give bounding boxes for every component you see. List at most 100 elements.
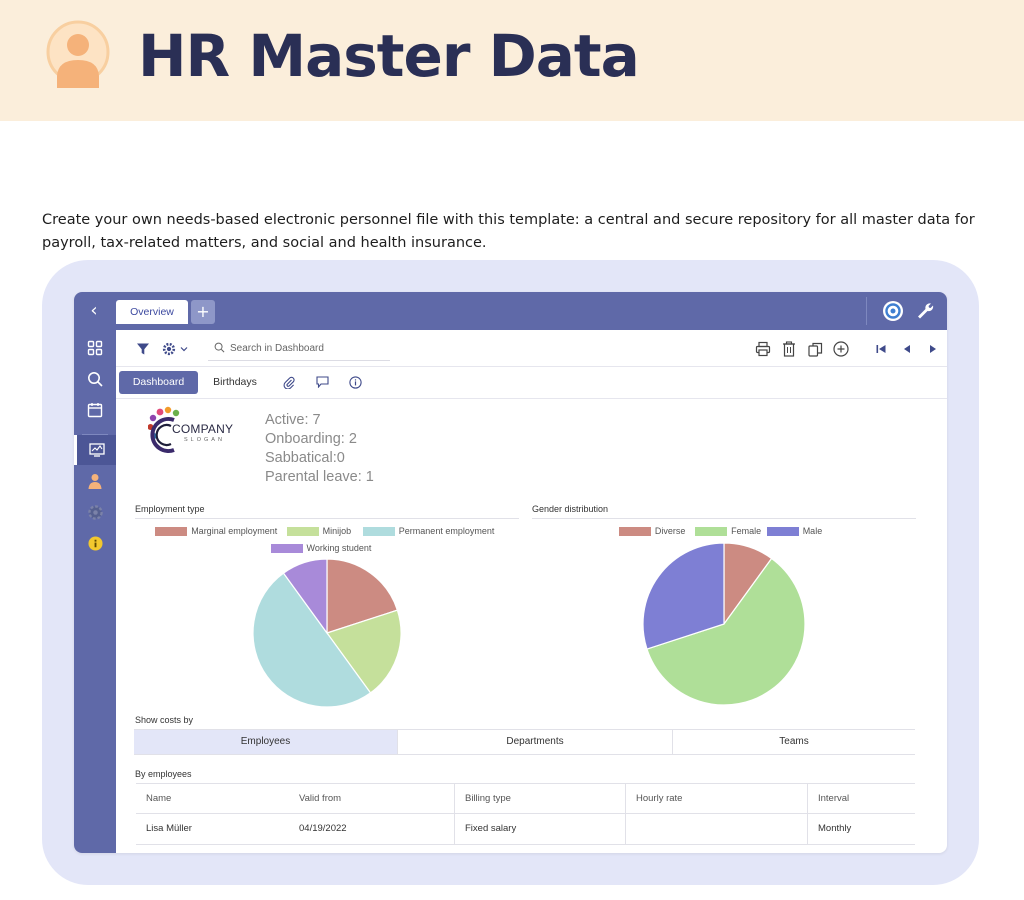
sidebar-item-grid[interactable]	[74, 333, 116, 363]
next-record-icon[interactable]	[924, 340, 942, 358]
intro-text: Create your own needs-based electronic p…	[42, 212, 975, 251]
filter-icon[interactable]	[134, 340, 152, 358]
segment-teams[interactable]: Teams	[673, 730, 915, 754]
status-active: Active: 7	[265, 412, 321, 428]
logo-company-text: COMPANY	[172, 422, 234, 436]
add-tab-button[interactable]: +	[191, 300, 215, 324]
chevron-down-icon	[180, 347, 188, 352]
search-icon	[88, 372, 103, 387]
legend-swatch	[695, 526, 728, 536]
legend-item[interactable]: Minijob	[286, 526, 352, 536]
legend-item[interactable]: Working student	[270, 543, 372, 553]
status-parental-leave: Parental leave: 1	[265, 469, 374, 485]
page-title: HR Master Data	[138, 22, 640, 90]
table-header: Name Valid from Billing type Hourly rate…	[136, 783, 915, 815]
comment-icon[interactable]	[315, 375, 329, 389]
column-header-valid-from[interactable]: Valid from	[289, 784, 341, 814]
view-tabs: Dashboard Birthdays	[116, 367, 947, 399]
wrench-icon[interactable]	[916, 301, 934, 319]
divider	[866, 297, 867, 325]
legend-swatch	[766, 526, 799, 536]
legend-swatch	[362, 526, 395, 536]
legend-label: Working student	[306, 543, 372, 553]
info-icon	[87, 535, 103, 551]
company-logo: COMPANY SLOGAN	[148, 406, 238, 456]
paperclip-icon[interactable]	[282, 375, 296, 389]
gear-icon	[162, 342, 176, 356]
legend-label: Minijob	[322, 526, 352, 536]
cell-interval: Monthly	[818, 823, 852, 834]
legend-item[interactable]: Female	[695, 526, 761, 536]
info-icon[interactable]	[348, 375, 362, 389]
copy-icon[interactable]	[806, 340, 824, 358]
legend-swatch	[618, 526, 651, 536]
prev-record-icon[interactable]	[898, 340, 916, 358]
cell-billing-type: Fixed salary	[465, 823, 517, 834]
table-row[interactable]: Lisa Müller 04/19/2022 Fixed salary Mont…	[136, 814, 915, 845]
legend-item[interactable]: Male	[766, 526, 823, 536]
dashboard-icon	[88, 443, 105, 457]
first-record-icon[interactable]	[872, 340, 890, 358]
cell-valid-from: 04/19/2022	[299, 823, 347, 834]
back-icon[interactable]: ‹	[84, 301, 104, 321]
status-summary: Active: 7 Onboarding: 2 Sabbatical:0 Par…	[265, 411, 374, 487]
cell-hourly-rate	[626, 814, 636, 844]
tab-birthdays[interactable]: Birthdays	[206, 371, 264, 394]
trash-icon[interactable]	[780, 340, 798, 358]
chart-title-employment-type: Employment type	[135, 504, 205, 514]
sidebar-item-person[interactable]	[74, 466, 116, 496]
legend-label: Male	[802, 526, 823, 536]
chart-title-gender-distribution: Gender distribution	[532, 504, 609, 514]
sidebar-item-calendar[interactable]	[74, 395, 116, 425]
legend-item[interactable]: Permanent employment	[362, 526, 495, 536]
search-icon	[214, 342, 225, 353]
add-circle-icon[interactable]	[832, 340, 850, 358]
target-icon[interactable]	[882, 300, 904, 322]
tab-dashboard[interactable]: Dashboard	[119, 371, 198, 394]
segment-employees[interactable]: Employees	[134, 730, 397, 754]
segment-departments[interactable]: Departments	[398, 730, 672, 754]
column-header-interval[interactable]: Interval	[808, 784, 849, 814]
by-employees-title: By employees	[135, 769, 192, 779]
tab-overview[interactable]: Overview	[116, 300, 188, 324]
legend-label: Permanent employment	[398, 526, 495, 536]
status-onboarding: Onboarding: 2	[265, 431, 357, 447]
person-icon	[88, 474, 102, 489]
hero-banner: HR Master Data	[0, 0, 1024, 121]
gear-dropdown-button[interactable]	[160, 340, 190, 358]
search-input[interactable]	[230, 340, 380, 357]
pie-chart-employment-type	[252, 558, 402, 708]
print-icon[interactable]	[754, 340, 772, 358]
sidebar-item-search[interactable]	[74, 364, 116, 394]
sidebar	[74, 330, 116, 853]
divider	[135, 518, 519, 519]
legend-item[interactable]: Diverse	[618, 526, 686, 536]
toolbar	[116, 330, 947, 367]
legend-swatch	[155, 526, 188, 536]
column-header-name[interactable]: Name	[136, 784, 171, 814]
show-costs-title: Show costs by	[135, 715, 194, 725]
logo-slogan-text: SLOGAN	[184, 437, 225, 443]
person-avatar-icon	[46, 20, 110, 88]
sidebar-item-settings[interactable]	[74, 497, 116, 527]
column-header-hourly-rate[interactable]: Hourly rate	[626, 784, 682, 814]
legend-swatch	[270, 543, 303, 553]
search-box	[208, 336, 390, 361]
calendar-icon	[87, 403, 103, 418]
status-sabbatical: Sabbatical:0	[265, 450, 345, 466]
top-bar: ‹ Overview +	[74, 292, 947, 330]
legend-label: Marginal employment	[191, 526, 278, 536]
show-costs-segmented-control: Employees Departments Teams	[134, 729, 915, 755]
app-window: ‹ Overview + Search in Dashboard Dashboa…	[74, 292, 947, 853]
legend-swatch	[286, 526, 319, 536]
divider	[532, 518, 916, 519]
pie-chart-gender-distribution	[642, 542, 806, 706]
gear-icon	[87, 504, 103, 520]
grid-icon	[87, 340, 103, 356]
legend-item[interactable]: Marginal employment	[155, 526, 277, 536]
legend-label: Diverse	[654, 526, 686, 536]
sidebar-item-dashboard[interactable]	[74, 435, 116, 465]
cell-name: Lisa Müller	[146, 823, 192, 834]
column-header-billing-type[interactable]: Billing type	[455, 784, 511, 814]
sidebar-item-info[interactable]	[74, 528, 116, 558]
